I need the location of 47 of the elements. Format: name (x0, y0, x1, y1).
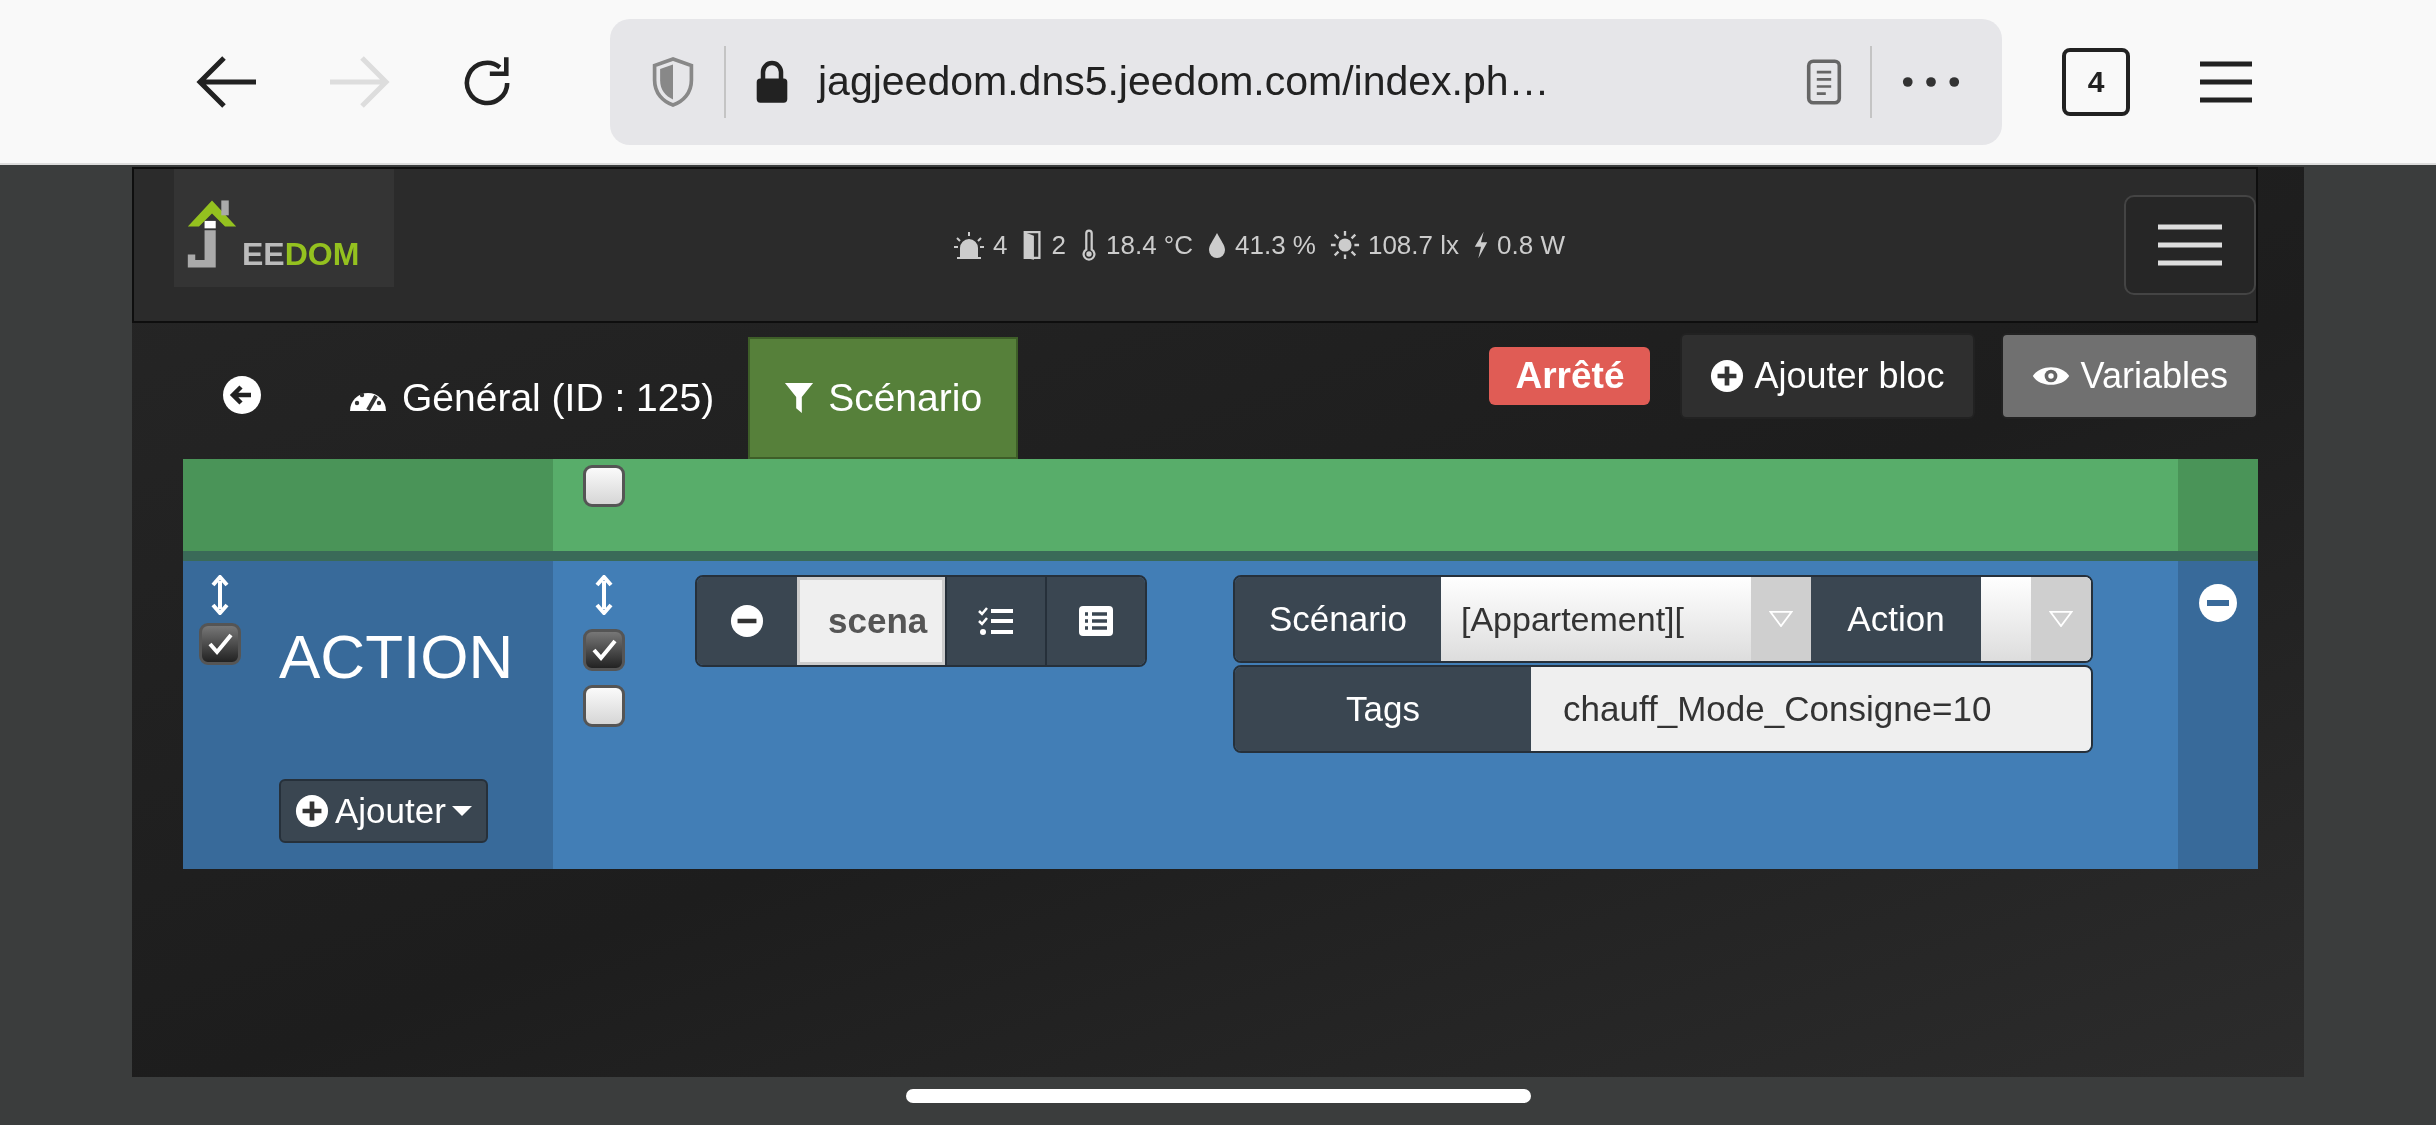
reader-view-icon[interactable] (1806, 57, 1842, 106)
siren-icon (953, 230, 986, 260)
checkbox[interactable] (199, 623, 241, 665)
thermometer-icon (1080, 228, 1098, 262)
tab-count-button[interactable]: 4 (2062, 47, 2130, 116)
plus-circle-icon (295, 794, 329, 828)
move-vertical-icon[interactable] (594, 575, 614, 615)
status-value: 2 (1051, 229, 1066, 261)
checkbox[interactable] (583, 685, 625, 727)
status-value: 0.8 W (1497, 229, 1565, 261)
menu-icon (2158, 223, 2222, 267)
caret-icon (451, 805, 472, 817)
shield-icon[interactable] (650, 55, 696, 108)
add-dropdown-button[interactable]: Ajouter (279, 779, 488, 843)
checkbox[interactable] (583, 465, 625, 507)
status-value: 108.7 lx (1367, 229, 1460, 261)
tab[interactable]: Scénario (748, 337, 1019, 459)
checklist-icon (978, 606, 1014, 636)
checklist-button[interactable] (945, 577, 1045, 665)
remove-button[interactable] (697, 577, 797, 665)
door-icon (1021, 229, 1044, 261)
variables-button[interactable]: Variables (2000, 333, 2258, 419)
move-vertical-icon[interactable] (210, 575, 230, 615)
address-bar[interactable]: jagjeedom.dns5.jeedom.com/index.ph… (610, 18, 2002, 145)
status-value: 41.3 % (1235, 229, 1316, 261)
command-field[interactable]: scena (797, 577, 945, 665)
minus-circle-icon[interactable] (2198, 583, 2238, 623)
sun-icon (1329, 230, 1360, 260)
list-icon (1078, 605, 1114, 637)
minus-circle-icon (730, 604, 764, 638)
checkbox[interactable] (583, 629, 625, 671)
status-value: 18.4 °C (1106, 229, 1193, 261)
tab[interactable]: Général (ID : 125) (314, 337, 749, 459)
back-icon[interactable] (222, 375, 262, 415)
menu-icon[interactable] (2200, 59, 2252, 104)
filter-icon (784, 381, 815, 415)
url-text[interactable]: jagjeedom.dns5.jeedom.com/index.ph… (818, 58, 1778, 105)
add-block-button[interactable]: Ajouter bloc (1680, 333, 1975, 419)
block-title: ACTION (279, 621, 514, 692)
drop-icon (1207, 231, 1227, 259)
status-value: 4 (993, 229, 1008, 261)
logo-text: EEDOM (242, 236, 360, 273)
list-button[interactable] (1045, 577, 1145, 665)
plus-circle-icon (1710, 359, 1745, 393)
lock-icon (754, 58, 790, 105)
menu-button[interactable] (2124, 195, 2256, 295)
status-badge: Arrêté (1489, 347, 1651, 405)
